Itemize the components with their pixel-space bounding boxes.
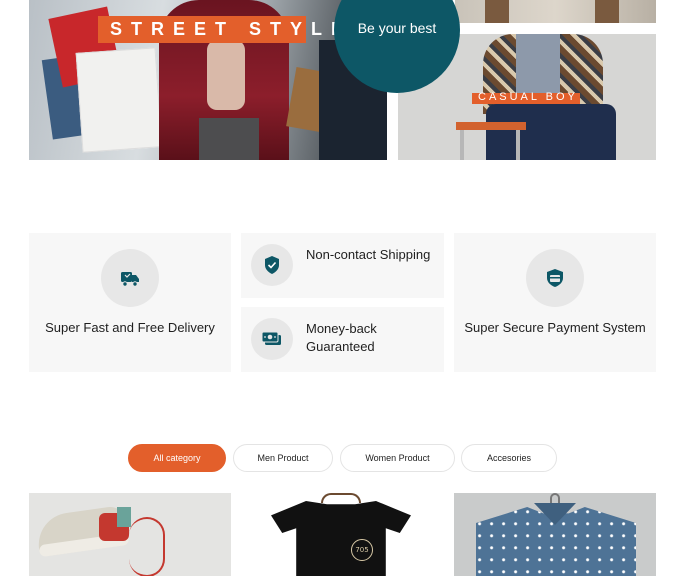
stool-leg xyxy=(460,130,464,160)
casual-boy-label: CASUAL BOY xyxy=(478,91,578,103)
delivery-truck-icon xyxy=(101,249,159,307)
street-style-label: STREET STYLE xyxy=(110,19,353,39)
model-skirt xyxy=(199,118,259,160)
feature-title: Super Secure Payment System xyxy=(464,320,646,335)
tab-accesories[interactable]: Accesories xyxy=(461,444,557,472)
be-your-best-text: Be your best xyxy=(357,20,437,36)
feature-card-money-back: Money-back Guaranteed xyxy=(241,307,444,372)
stool-leg xyxy=(516,130,520,160)
secure-card-icon xyxy=(526,249,584,307)
chair-leg xyxy=(595,0,619,23)
model-jeans xyxy=(486,104,616,160)
tab-women-product[interactable]: Women Product xyxy=(340,444,455,472)
tab-all-category[interactable]: All category xyxy=(128,444,226,472)
tshirt-image xyxy=(271,501,411,576)
feature-title: Super Fast and Free Delivery xyxy=(45,320,215,335)
stool-seat xyxy=(456,122,526,130)
tab-men-product[interactable]: Men Product xyxy=(233,444,333,472)
shield-check-icon xyxy=(251,244,293,286)
money-icon xyxy=(251,318,293,360)
sneaker-accent-green xyxy=(117,507,131,527)
hero-top-right-image[interactable] xyxy=(455,0,656,23)
chair-leg xyxy=(485,0,509,23)
feature-card-secure-payment: Super Secure Payment System xyxy=(454,233,656,372)
shopping-bag-white xyxy=(75,47,163,153)
product-card-tshirt[interactable]: 705 xyxy=(241,493,443,576)
tshirt-logo: 705 xyxy=(351,539,373,561)
feature-title: Money-back Guaranteed xyxy=(306,321,377,354)
hanger-icon xyxy=(321,493,361,503)
feature-card-delivery: Super Fast and Free Delivery xyxy=(29,233,231,372)
feature-card-non-contact: Non-contact Shipping xyxy=(241,233,444,298)
feature-title: Non-contact Shipping xyxy=(306,247,431,262)
product-card-denim-shirt[interactable] xyxy=(454,493,656,576)
sneaker-lace xyxy=(129,517,165,576)
model-top xyxy=(207,40,245,110)
product-card-sneaker[interactable] xyxy=(29,493,231,576)
